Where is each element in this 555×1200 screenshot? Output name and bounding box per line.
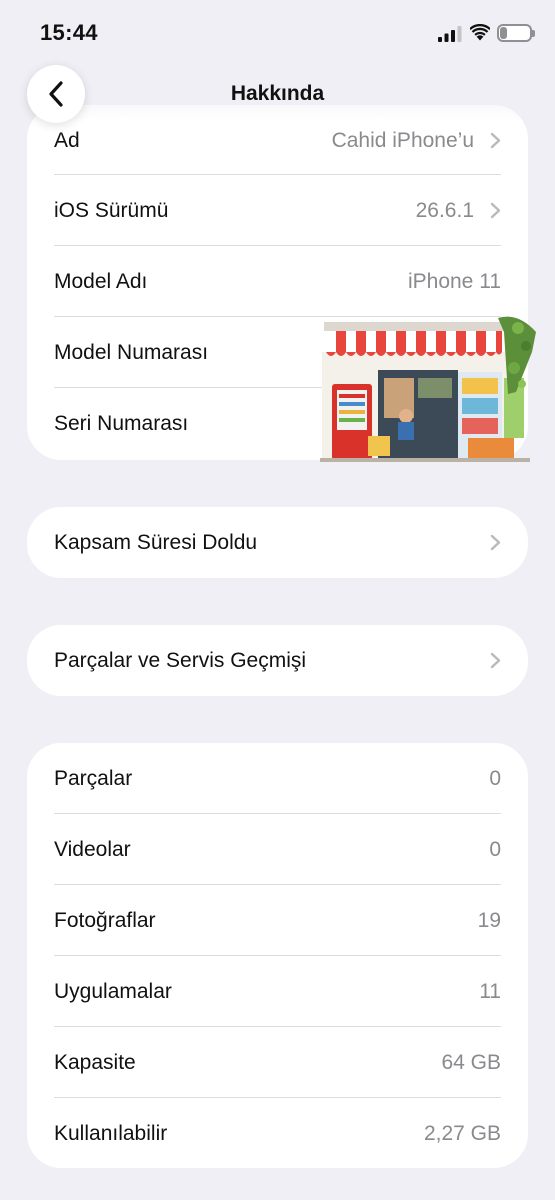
row-label: Uygulamalar: [54, 979, 172, 1003]
row-label: Seri Numarası: [54, 411, 189, 435]
row-label: Videolar: [54, 837, 131, 861]
chevron-right-icon: [490, 202, 501, 219]
row-label: Kullanılabilir: [54, 1121, 168, 1145]
chevron-right-icon: [490, 652, 501, 669]
videos-row: Videolar 0: [27, 814, 528, 885]
row-label: Fotoğraflar: [54, 908, 156, 932]
chevron-right-icon: [490, 132, 501, 149]
apps-row: Uygulamalar 11: [27, 956, 528, 1027]
row-value: 19: [477, 908, 501, 932]
battery-cap: [532, 30, 535, 37]
cellular-signal-icon: [438, 26, 462, 42]
row-label: iOS Sürümü: [54, 198, 169, 222]
row-label: Parçalar ve Servis Geçmişi: [54, 648, 307, 672]
row-label: Model Numarası: [54, 340, 209, 364]
service-history-row[interactable]: Parçalar ve Servis Geçmişi: [27, 625, 528, 696]
row-label: Ad: [54, 129, 80, 152]
row-value: 64 GB: [441, 1050, 501, 1074]
row-value: 11: [479, 979, 501, 1003]
row-label: Kapasite: [54, 1050, 136, 1074]
row-value: 0: [489, 837, 501, 861]
row-value: iPhone 11: [407, 269, 501, 293]
row-label: Model Adı: [54, 269, 148, 293]
ios-version-row[interactable]: iOS Sürümü 26.6.1: [27, 175, 528, 246]
model-name-row: Model Adı iPhone 11: [27, 246, 528, 317]
row-value: Cahid iPhone’u: [331, 129, 474, 152]
capacity-row: Kapasite 64 GB: [27, 1027, 528, 1098]
battery-level-fill: [500, 27, 507, 39]
wifi-icon: [470, 24, 490, 41]
coverage-row[interactable]: Kapsam Süresi Doldu: [27, 507, 528, 578]
storage-card: Parçalar 0 Videolar 0 Fotoğraflar 19 Uyg…: [27, 743, 528, 1168]
row-value: 26.6.1: [415, 198, 474, 222]
shop-sticker-image: [320, 316, 536, 462]
page-title: Hakkında: [230, 82, 325, 105]
battery-icon: 24: [497, 24, 532, 42]
row-value: 0: [489, 766, 501, 790]
row-label: Kapsam Süresi Doldu: [54, 530, 258, 554]
photos-row: Fotoğraflar 19: [27, 885, 528, 956]
about-screen: 15:44 24 Hakkında Ad Cahid iPhone’u iOS …: [0, 0, 555, 1200]
row-value: 2,27 GB: [423, 1121, 501, 1145]
chevron-right-icon: [490, 534, 501, 551]
service-history-card: Parçalar ve Servis Geçmişi: [27, 625, 528, 696]
row-label: Parçalar: [54, 766, 133, 790]
coverage-card: Kapsam Süresi Doldu: [27, 507, 528, 578]
status-bar: 15:44 24: [0, 0, 555, 66]
status-time: 15:44: [40, 20, 98, 45]
songs-row: Parçalar 0: [27, 743, 528, 814]
battery-percent: 24: [507, 26, 522, 40]
available-row: Kullanılabilir 2,27 GB: [27, 1098, 528, 1168]
